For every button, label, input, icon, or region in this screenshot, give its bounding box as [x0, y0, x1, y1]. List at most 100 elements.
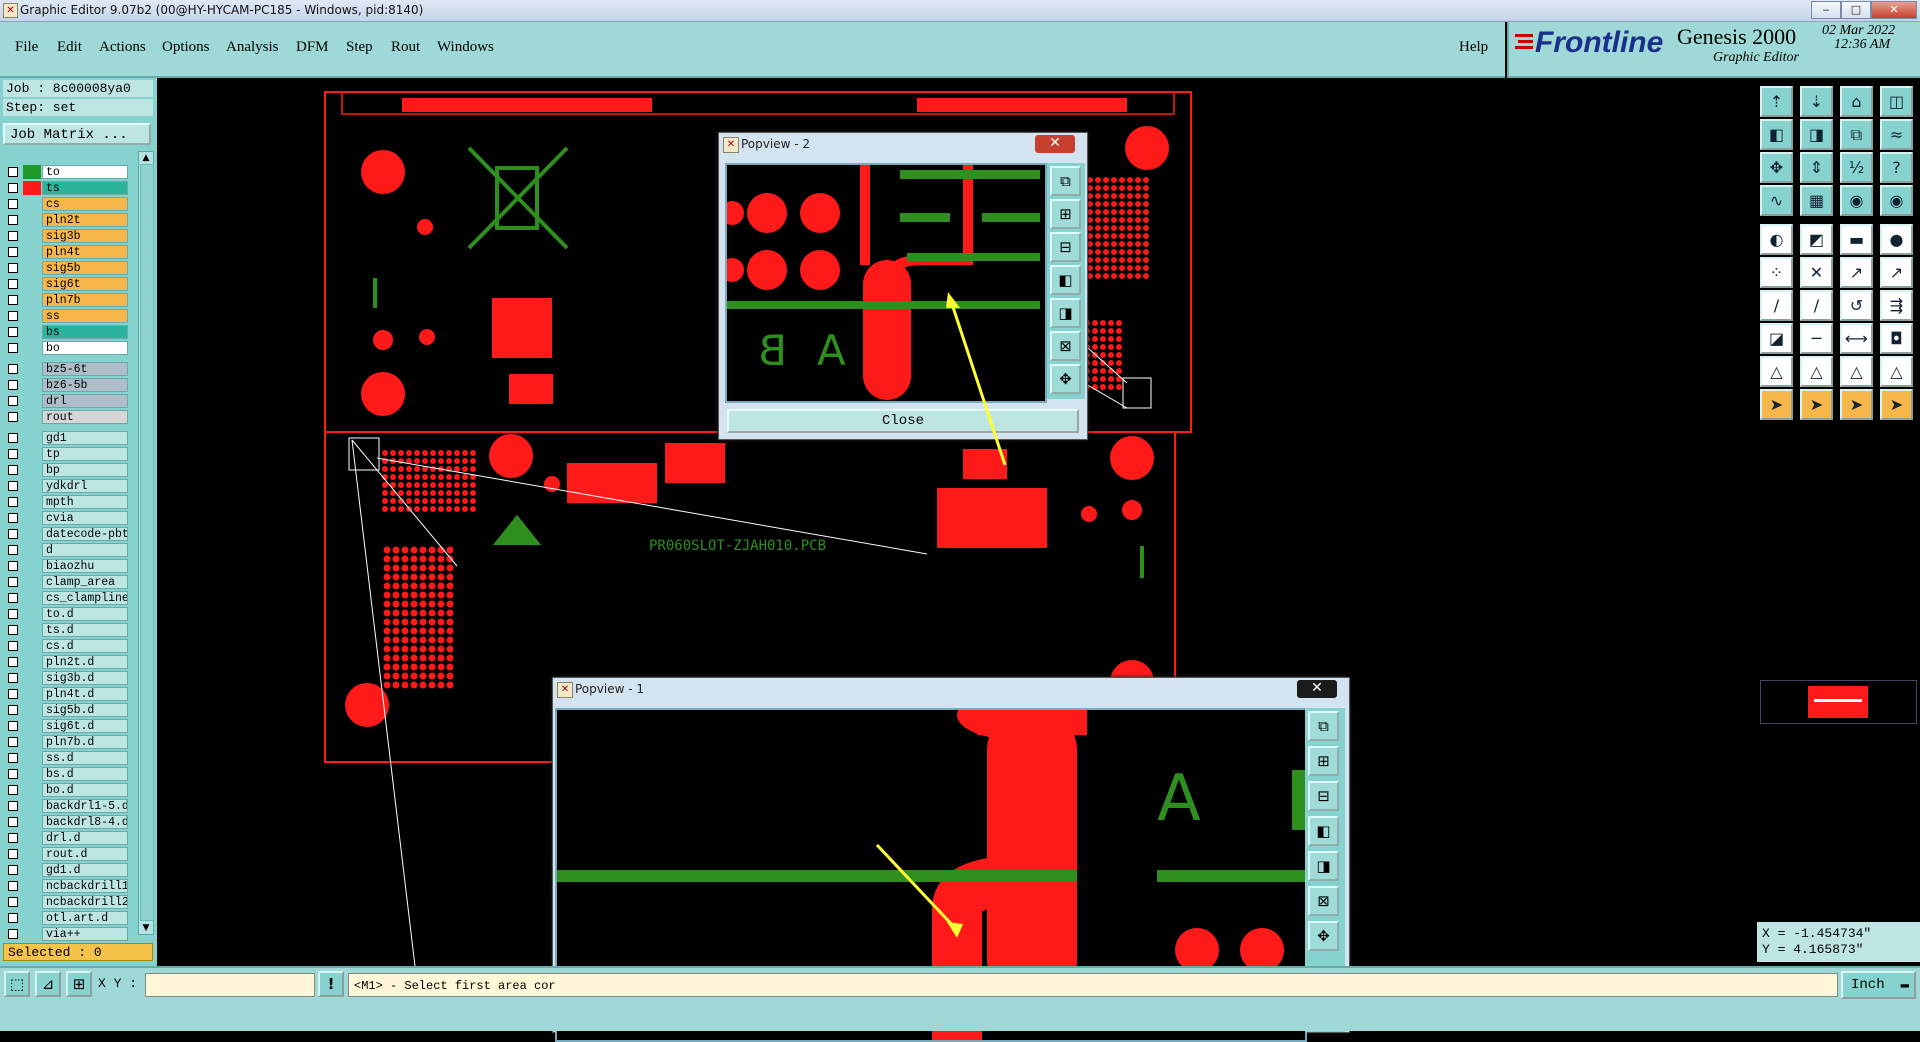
layer-name[interactable]: pln7b: [42, 293, 128, 307]
pan-right-icon[interactable]: ◨: [1050, 298, 1081, 328]
popview-1-close-icon[interactable]: ✕: [1297, 680, 1337, 698]
layer-row[interactable]: pln4t.d: [5, 687, 128, 701]
layer-checkbox[interactable]: [8, 641, 18, 651]
layer-row[interactable]: pln7b: [5, 293, 128, 307]
layer-name[interactable]: backdrl8-4.d: [42, 815, 128, 829]
maximize-button[interactable]: □: [1841, 1, 1871, 19]
layer-name[interactable]: via++: [42, 927, 128, 941]
toolbar-connect-icon[interactable]: ↗: [1840, 257, 1873, 288]
layer-checkbox[interactable]: [8, 183, 18, 193]
layer-display-indicator[interactable]: [23, 245, 41, 259]
unit-selector[interactable]: Inch ▬: [1841, 971, 1916, 999]
layer-display-indicator[interactable]: [23, 847, 41, 861]
layer-name[interactable]: pln4t.d: [42, 687, 128, 701]
layer-row[interactable]: backdrl8-4.d: [5, 815, 128, 829]
layer-name[interactable]: gd1: [42, 431, 128, 445]
toolbar-right-icon[interactable]: ◨: [1800, 119, 1833, 150]
layer-display-indicator[interactable]: [23, 911, 41, 925]
toolbar-measure-icon[interactable]: ⟷: [1840, 323, 1873, 354]
layer-checkbox[interactable]: [8, 231, 18, 241]
layer-checkbox[interactable]: [8, 295, 18, 305]
xy-input[interactable]: [145, 973, 315, 997]
layer-checkbox[interactable]: [8, 364, 18, 374]
toolbar-left-icon[interactable]: ◧: [1760, 119, 1793, 150]
layer-name[interactable]: d: [42, 543, 128, 557]
layer-checkbox[interactable]: [8, 609, 18, 619]
toolbar-tri-c-icon[interactable]: △: [1840, 356, 1873, 387]
layer-display-indicator[interactable]: [23, 783, 41, 797]
layer-display-indicator[interactable]: [23, 511, 41, 525]
layer-display-indicator[interactable]: [23, 607, 41, 621]
layer-checkbox[interactable]: [8, 311, 18, 321]
layer-row[interactable]: gd1: [5, 431, 128, 445]
layer-display-indicator[interactable]: [23, 863, 41, 877]
toolbar-layer-b-icon[interactable]: ◉: [1880, 185, 1913, 216]
layer-name[interactable]: ts: [42, 181, 128, 195]
layer-name[interactable]: mpth: [42, 495, 128, 509]
layer-row[interactable]: gd1.d: [5, 863, 128, 877]
layer-display-indicator[interactable]: [23, 751, 41, 765]
layer-checkbox[interactable]: [8, 913, 18, 923]
layer-name[interactable]: bs.d: [42, 767, 128, 781]
alert-icon[interactable]: !: [318, 971, 344, 997]
menu-options[interactable]: Options: [162, 39, 210, 56]
layer-name[interactable]: clamp_area: [42, 575, 128, 589]
layer-display-indicator[interactable]: [23, 213, 41, 227]
layer-display-indicator[interactable]: [23, 495, 41, 509]
layer-checkbox[interactable]: [8, 380, 18, 390]
layer-row[interactable]: mpth: [5, 495, 128, 509]
layer-name[interactable]: sig5b: [42, 261, 128, 275]
layer-display-indicator[interactable]: [23, 559, 41, 573]
layer-row[interactable]: ss: [5, 309, 128, 323]
layer-checkbox[interactable]: [8, 167, 18, 177]
layer-name[interactable]: pln4t: [42, 245, 128, 259]
layer-row[interactable]: drl.d: [5, 831, 128, 845]
layer-name[interactable]: bp: [42, 463, 128, 477]
menu-step[interactable]: Step: [346, 39, 373, 56]
toolbar-line2-icon[interactable]: ∕: [1800, 290, 1833, 321]
layer-name[interactable]: drl.d: [42, 831, 128, 845]
layer-display-indicator[interactable]: [23, 309, 41, 323]
layer-row[interactable]: via++: [5, 927, 128, 941]
layer-name[interactable]: sig3b: [42, 229, 128, 243]
toolbar-tri-b-icon[interactable]: △: [1800, 356, 1833, 387]
layer-checkbox[interactable]: [8, 247, 18, 257]
layer-name[interactable]: bo.d: [42, 783, 128, 797]
layer-checkbox[interactable]: [8, 753, 18, 763]
layer-row[interactable]: pln4t: [5, 245, 128, 259]
toolbar-pointer-a-icon[interactable]: ➤: [1760, 389, 1793, 420]
layer-checkbox[interactable]: [8, 881, 18, 891]
layer-name[interactable]: datecode-pbt: [42, 527, 128, 541]
layer-name[interactable]: ss.d: [42, 751, 128, 765]
layer-display-indicator[interactable]: [23, 927, 41, 941]
layer-display-indicator[interactable]: [23, 341, 41, 355]
layer-checkbox[interactable]: [8, 833, 18, 843]
layer-name[interactable]: biaozhu: [42, 559, 128, 573]
layer-checkbox[interactable]: [8, 577, 18, 587]
layer-row[interactable]: sig3b.d: [5, 671, 128, 685]
layer-display-indicator[interactable]: [23, 895, 41, 909]
layer-row[interactable]: to: [5, 165, 128, 179]
popview-2-close-icon[interactable]: ✕: [1035, 135, 1075, 153]
menu-help[interactable]: Help: [1459, 39, 1488, 56]
layer-checkbox[interactable]: [8, 529, 18, 539]
layer-checkbox[interactable]: [8, 412, 18, 422]
layer-row[interactable]: cs.d: [5, 639, 128, 653]
zoom-out-icon[interactable]: ⊟: [1308, 781, 1339, 811]
layer-display-indicator[interactable]: [23, 831, 41, 845]
layer-row[interactable]: to.d: [5, 607, 128, 621]
toolbar-layer-a-icon[interactable]: ◉: [1840, 185, 1873, 216]
layer-display-indicator[interactable]: [23, 431, 41, 445]
layer-checkbox[interactable]: [8, 705, 18, 715]
layer-row[interactable]: otl.art.d: [5, 911, 128, 925]
layer-display-indicator[interactable]: [23, 325, 41, 339]
layer-checkbox[interactable]: [8, 497, 18, 507]
layer-display-indicator[interactable]: [23, 394, 41, 408]
layer-display-indicator[interactable]: [23, 719, 41, 733]
zoom-in-icon[interactable]: ⊞: [1050, 199, 1081, 229]
layer-checkbox[interactable]: [8, 449, 18, 459]
toolbar-flow-icon[interactable]: ⇶: [1880, 290, 1913, 321]
toolbar-undo-icon[interactable]: ⇡: [1760, 86, 1793, 117]
layer-checkbox[interactable]: [8, 849, 18, 859]
layer-row[interactable]: cs_clampline: [5, 591, 128, 605]
